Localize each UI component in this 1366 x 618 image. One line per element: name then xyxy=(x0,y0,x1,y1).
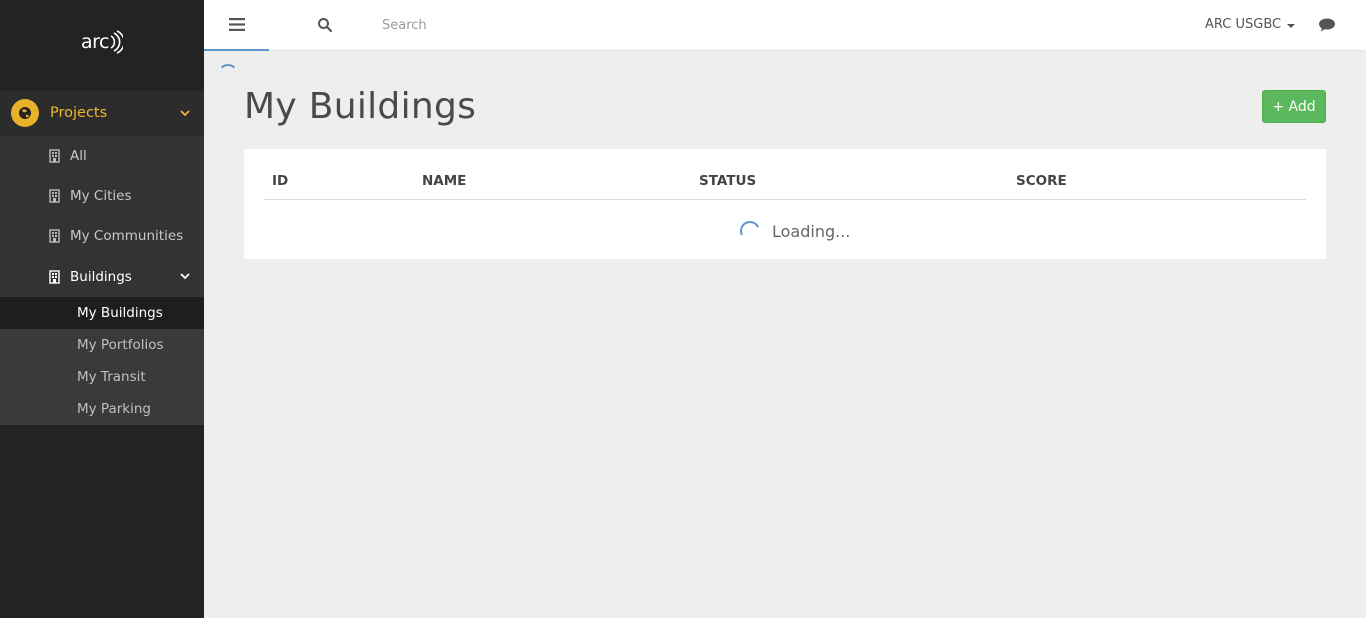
sidebar-item-label: Buildings xyxy=(70,268,132,285)
table-loading-indicator: Loading... xyxy=(737,218,851,244)
search-input[interactable] xyxy=(382,14,682,36)
sidebar: arc Projects All My Cities My Communitie… xyxy=(0,0,204,618)
arc-waves-icon xyxy=(110,30,123,54)
sidebar-item-projects[interactable]: Projects xyxy=(0,90,204,136)
building-icon xyxy=(49,269,61,284)
logo[interactable]: arc xyxy=(0,0,204,90)
hamburger-icon xyxy=(228,18,245,31)
column-header-score[interactable]: SCORE xyxy=(1016,173,1067,189)
sidebar-item-my-cities[interactable]: My Cities xyxy=(0,176,204,216)
sidebar-item-label: My Communities xyxy=(70,228,184,244)
loading-text: Loading... xyxy=(772,221,851,241)
page-loading-spinner xyxy=(218,64,238,84)
building-icon xyxy=(49,149,61,163)
spinner-icon xyxy=(737,218,763,244)
chevron-down-icon xyxy=(180,109,190,117)
buildings-submenu: My Buildings My Portfolios My Transit My… xyxy=(0,297,204,425)
top-bar: ARC USGBC xyxy=(204,0,1366,51)
sidebar-item-label: All xyxy=(70,148,87,164)
user-menu-dropdown[interactable]: ARC USGBC xyxy=(1205,17,1296,32)
user-menu-label: ARC USGBC xyxy=(1205,17,1282,32)
page-title: My Buildings xyxy=(244,86,477,127)
projects-submenu: All My Cities My Communities Buildings M… xyxy=(0,136,204,425)
building-icon xyxy=(49,189,61,203)
sidebar-item-label: Projects xyxy=(50,105,108,121)
sidebar-item-label: My Cities xyxy=(70,188,132,204)
sidebar-item-my-portfolios[interactable]: My Portfolios xyxy=(0,329,204,361)
add-button[interactable]: + Add xyxy=(1262,90,1326,123)
sidebar-item-my-transit[interactable]: My Transit xyxy=(0,361,204,393)
sidebar-item-my-parking[interactable]: My Parking xyxy=(0,393,204,425)
column-header-status[interactable]: STATUS xyxy=(699,173,756,189)
menu-toggle-button[interactable] xyxy=(204,0,269,51)
buildings-table-panel: ID NAME STATUS SCORE Loading... xyxy=(244,149,1326,259)
sidebar-item-buildings[interactable]: Buildings xyxy=(0,256,204,297)
table-header: ID NAME STATUS SCORE xyxy=(264,149,1306,200)
chevron-down-icon xyxy=(180,273,190,280)
globe-icon xyxy=(11,99,39,127)
caret-down-icon xyxy=(1287,23,1296,28)
column-header-id[interactable]: ID xyxy=(272,173,288,189)
building-icon xyxy=(49,229,61,243)
sidebar-item-my-buildings[interactable]: My Buildings xyxy=(0,297,204,329)
chat-icon[interactable] xyxy=(1318,17,1336,33)
sidebar-item-all[interactable]: All xyxy=(0,136,204,176)
column-header-name[interactable]: NAME xyxy=(422,173,466,189)
sidebar-item-my-communities[interactable]: My Communities xyxy=(0,216,204,256)
logo-text: arc xyxy=(81,31,109,53)
search-icon[interactable] xyxy=(317,17,333,33)
